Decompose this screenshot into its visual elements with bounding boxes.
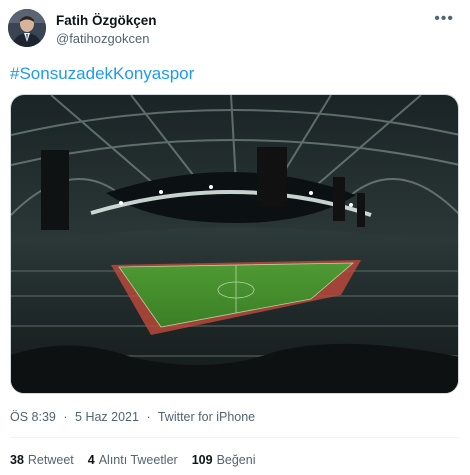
tweet-time[interactable]: ÖS 8:39: [10, 410, 56, 424]
quotes-stat[interactable]: 4 Alıntı Tweetler: [88, 453, 178, 467]
more-dots-icon[interactable]: •••: [434, 10, 454, 28]
meta-separator: ·: [63, 410, 68, 424]
author-name[interactable]: Fatih Özgökçen: [56, 13, 157, 28]
avatar[interactable]: [8, 9, 46, 47]
tweet-meta: ÖS 8:39 · 5 Haz 2021 · Twitter for iPhon…: [10, 410, 259, 424]
likes-label: Beğeni: [216, 453, 256, 467]
author-handle[interactable]: @fatihozgokcen: [56, 31, 149, 46]
retweets-label: Retweet: [27, 453, 74, 467]
retweets-stat[interactable]: 38 Retweet: [10, 453, 74, 467]
likes-count: 109: [191, 453, 213, 467]
retweets-count: 38: [10, 453, 24, 467]
likes-stat[interactable]: 109 Beğeni: [192, 453, 256, 467]
tweet-stats: 38 Retweet 4 Alıntı Tweetler 109 Beğeni: [10, 453, 256, 467]
quotes-count: 4: [87, 453, 95, 467]
divider: [10, 437, 460, 438]
tweet-media-image[interactable]: [10, 94, 459, 394]
tweet-date[interactable]: 5 Haz 2021: [75, 410, 139, 424]
hashtag-link[interactable]: #SonsuzadekKonyaspor: [10, 64, 194, 84]
meta-separator: ·: [146, 410, 151, 424]
avatar-photo-icon: [8, 9, 46, 47]
stadium-photo: [11, 95, 458, 393]
tweet-source[interactable]: Twitter for iPhone: [158, 410, 255, 424]
quotes-label: Alıntı Tweetler: [98, 453, 178, 467]
